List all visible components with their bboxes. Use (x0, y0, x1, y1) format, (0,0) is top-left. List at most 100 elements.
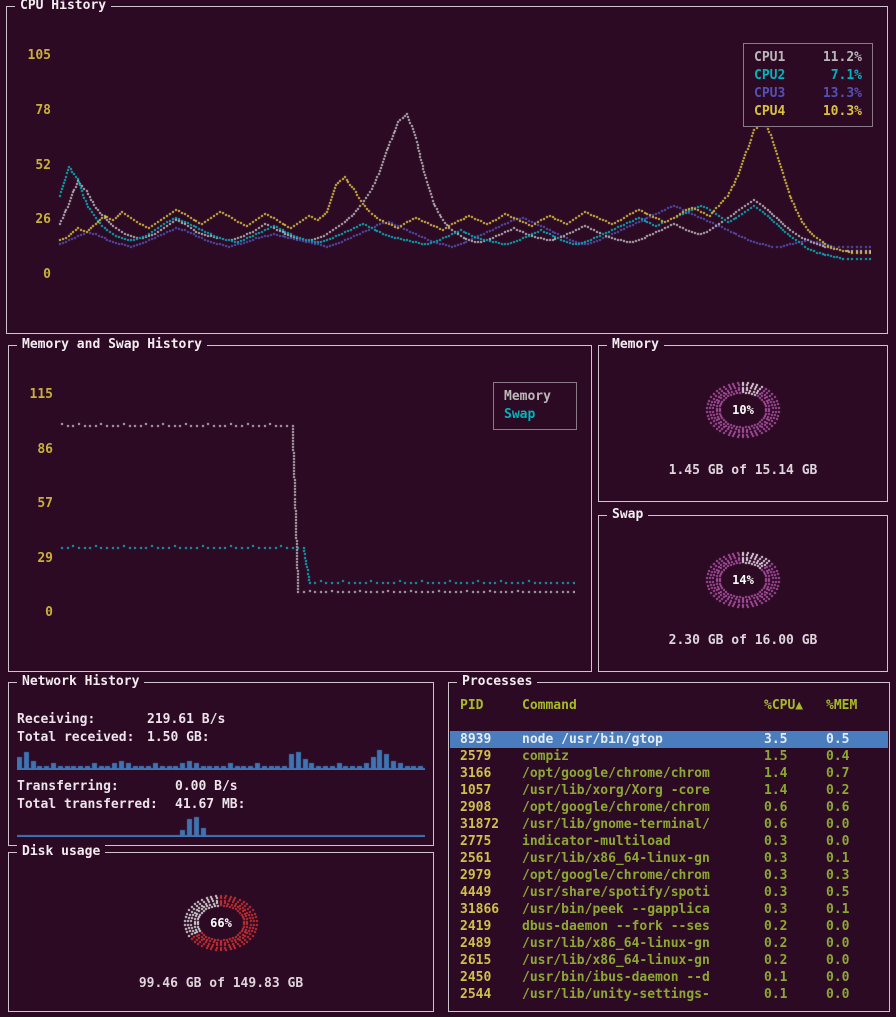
table-row[interactable]: 2908/opt/google/chrome/chrom0.60.6 (450, 799, 888, 816)
process-mem-cell: 0.5 (826, 731, 878, 748)
process-cpu-cell: 0.1 (764, 969, 826, 986)
pid-column-header[interactable]: PID (460, 697, 522, 714)
process-pid-cell: 1057 (460, 782, 522, 799)
cpu2-legend-value: 7.1% (831, 67, 862, 85)
cpu-y-axis: 105 78 52 26 0 (13, 48, 51, 282)
process-cmd-cell: /usr/share/spotify/spoti (522, 884, 764, 901)
table-row[interactable]: 1057/usr/lib/xorg/Xorg -core1.40.2 (450, 782, 888, 799)
table-row[interactable]: 31872/usr/lib/gnome-terminal/0.60.0 (450, 816, 888, 833)
cpu-tick: 52 (35, 158, 51, 173)
memory-tick: 115 (30, 387, 53, 402)
process-pid-cell: 2775 (460, 833, 522, 850)
process-mem-cell: 0.4 (826, 748, 878, 765)
table-row[interactable]: 2775indicator-multiload0.30.0 (450, 833, 888, 850)
table-row[interactable]: 8939node /usr/bin/gtop3.50.5 (450, 731, 888, 748)
table-row[interactable]: 2561/usr/lib/x86_64-linux-gn0.30.1 (450, 850, 888, 867)
process-cmd-cell: compiz (522, 748, 764, 765)
total-received-value: 1.50 GB: (147, 729, 210, 747)
cpu-column-header[interactable]: %CPU▲ (764, 697, 826, 714)
cpu-tick: 78 (35, 103, 51, 118)
memory-title: Memory (607, 337, 664, 352)
process-cpu-cell: 0.2 (764, 935, 826, 952)
process-cmd-cell: /usr/lib/gnome-terminal/ (522, 816, 764, 833)
process-cmd-cell: /usr/lib/unity-settings- (522, 986, 764, 1003)
process-cmd-cell: /usr/bin/ibus-daemon --d (522, 969, 764, 986)
process-mem-cell: 0.3 (826, 867, 878, 884)
table-row[interactable]: 3166/opt/google/chrome/chrom1.40.7 (450, 765, 888, 782)
cpu1-legend-label: CPU1 (754, 49, 785, 67)
network-history-panel: Network History Receiving: 219.61 B/s To… (8, 682, 434, 846)
network-history-title: Network History (17, 674, 144, 689)
table-row[interactable]: 2450/usr/bin/ibus-daemon --d0.10.0 (450, 969, 888, 986)
table-row[interactable]: 31866/usr/bin/peek --gapplica0.30.1 (450, 901, 888, 918)
process-mem-cell: 0.6 (826, 799, 878, 816)
transferring-label: Transferring: (17, 778, 175, 796)
receiving-value: 219.61 B/s (147, 711, 225, 729)
swap-percent: 14% (732, 573, 754, 587)
received-sparkline (17, 748, 425, 770)
network-body: Receiving: 219.61 B/s Total received: 1.… (17, 711, 425, 837)
process-cpu-cell: 1.4 (764, 782, 826, 799)
command-column-header[interactable]: Command (522, 697, 764, 714)
process-mem-cell: 0.0 (826, 986, 878, 1003)
process-cmd-cell: dbus-daemon --fork --ses (522, 918, 764, 935)
swap-panel: Swap 14% 2.30 GB of 16.00 GB (598, 515, 888, 672)
table-row[interactable]: 2544/usr/lib/unity-settings-0.10.0 (450, 986, 888, 1003)
table-row[interactable]: 2579compiz1.50.4 (450, 748, 888, 765)
swap-donut: 14% (643, 534, 843, 626)
mem-column-header[interactable]: %MEM (826, 697, 878, 714)
table-row[interactable]: 2419dbus-daemon --fork --ses0.20.0 (450, 918, 888, 935)
cpu3-legend-label: CPU3 (754, 85, 785, 103)
swap-legend-label: Swap (504, 406, 535, 424)
cpu-tick: 0 (43, 267, 51, 282)
process-cpu-cell: 0.2 (764, 952, 826, 969)
cpu-legend-row: CPU2 7.1% (754, 67, 862, 85)
memory-legend-row: Memory (504, 388, 566, 406)
process-mem-cell: 0.1 (826, 850, 878, 867)
process-cmd-cell: indicator-multiload (522, 833, 764, 850)
process-pid-cell: 2561 (460, 850, 522, 867)
memory-tick: 57 (37, 496, 53, 511)
process-cmd-cell: /usr/bin/peek --gapplica (522, 901, 764, 918)
cpu-legend-row: CPU1 11.2% (754, 49, 862, 67)
memory-y-axis: 115 86 57 29 0 (15, 387, 53, 620)
process-pid-cell: 2450 (460, 969, 522, 986)
table-row[interactable]: 2979/opt/google/chrome/chrom0.30.3 (450, 867, 888, 884)
process-cpu-cell: 0.3 (764, 867, 826, 884)
process-mem-cell: 0.0 (826, 816, 878, 833)
table-row[interactable]: 2615/usr/lib/x86_64-linux-gn0.20.0 (450, 952, 888, 969)
process-pid-cell: 31866 (460, 901, 522, 918)
process-cpu-cell: 0.3 (764, 850, 826, 867)
memory-tick: 86 (37, 442, 53, 457)
process-cpu-cell: 0.3 (764, 901, 826, 918)
process-pid-cell: 3166 (460, 765, 522, 782)
table-row[interactable]: 2489/usr/lib/x86_64-linux-gn0.20.0 (450, 935, 888, 952)
process-cmd-cell: node /usr/bin/gtop (522, 731, 764, 748)
transferring-value: 0.00 B/s (175, 778, 238, 796)
disk-usage-panel: Disk usage 66% 99.46 GB of 149.83 GB (8, 852, 434, 1012)
processes-header: PID Command %CPU▲ %MEM (450, 697, 888, 714)
cpu-legend-row: CPU3 13.3% (754, 85, 862, 103)
process-pid-cell: 31872 (460, 816, 522, 833)
table-row[interactable]: 4449/usr/share/spotify/spoti0.30.5 (450, 884, 888, 901)
process-mem-cell: 0.0 (826, 833, 878, 850)
process-mem-cell: 0.1 (826, 901, 878, 918)
memory-percent: 10% (732, 403, 754, 417)
cpu-history-title: CPU History (15, 0, 111, 13)
cpu4-legend-label: CPU4 (754, 103, 785, 121)
process-cpu-cell: 0.6 (764, 816, 826, 833)
process-pid-cell: 2544 (460, 986, 522, 1003)
process-mem-cell: 0.2 (826, 782, 878, 799)
disk-detail: 99.46 GB of 149.83 GB (9, 976, 433, 991)
memory-detail: 1.45 GB of 15.14 GB (599, 463, 887, 478)
process-cmd-cell: /usr/lib/x86_64-linux-gn (522, 952, 764, 969)
process-pid-cell: 2579 (460, 748, 522, 765)
cpu4-legend-value: 10.3% (823, 103, 862, 121)
process-mem-cell: 0.0 (826, 952, 878, 969)
process-mem-cell: 0.0 (826, 918, 878, 935)
process-pid-cell: 2615 (460, 952, 522, 969)
cpu3-legend-value: 13.3% (823, 85, 862, 103)
disk-donut: 66% (121, 877, 321, 969)
gtop-dashboard: CPU History 105 78 52 26 0 CPU1 11.2% CP… (0, 0, 896, 1017)
process-cmd-cell: /usr/lib/x86_64-linux-gn (522, 935, 764, 952)
